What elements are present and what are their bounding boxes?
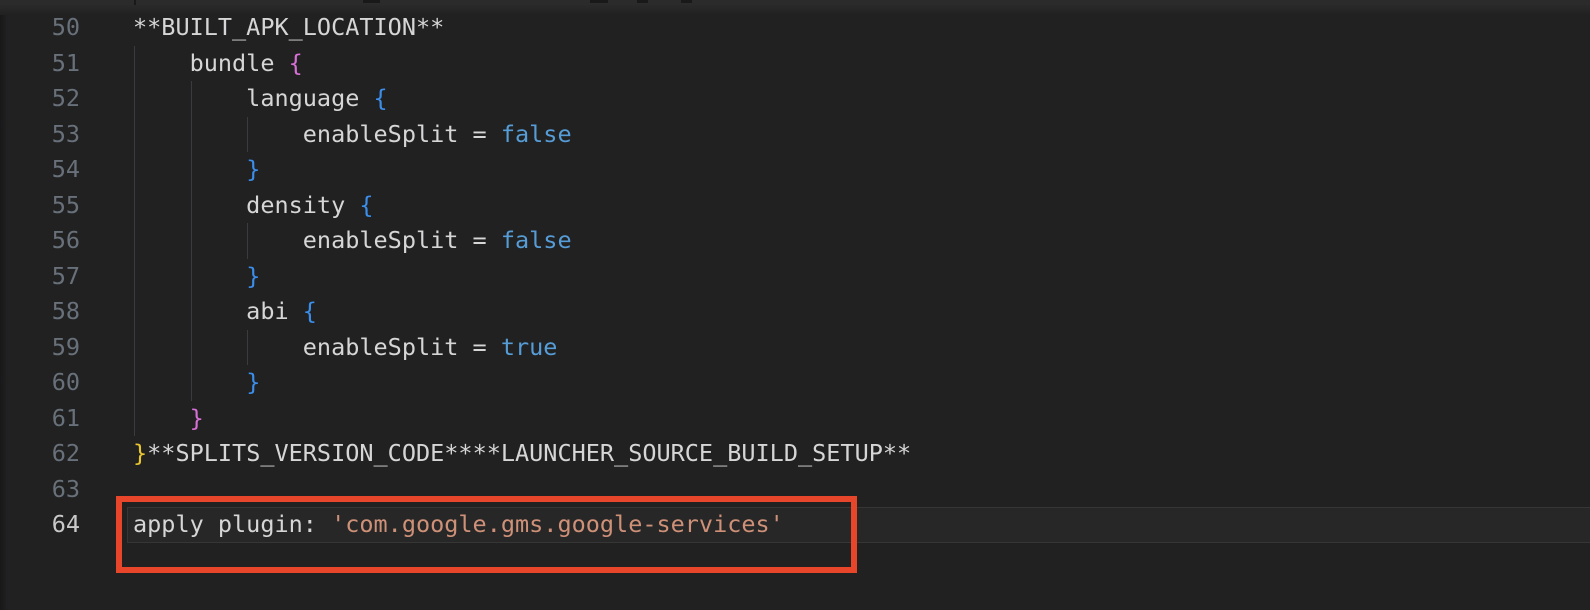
code-segment-punctBlue: { <box>374 84 388 112</box>
code-line-61[interactable]: 61 } <box>0 401 1590 437</box>
code-line-59[interactable]: 59 enableSplit = true <box>0 330 1590 366</box>
code-line-58[interactable]: 58 abi { <box>0 294 1590 330</box>
code-segment-default <box>133 262 246 290</box>
code-line-53[interactable]: 53 enableSplit = false <box>0 117 1590 153</box>
code-segment-default: enableSplit = <box>133 333 501 361</box>
code-text: }**SPLITS_VERSION_CODE****LAUNCHER_SOURC… <box>133 436 911 472</box>
code-text: } <box>133 259 260 295</box>
line-number-61[interactable]: 61 <box>0 401 80 437</box>
code-segment-keyword: false <box>501 120 572 148</box>
line-number-62[interactable]: 62 <box>0 436 80 472</box>
code-segment-default <box>133 368 246 396</box>
line-number-52[interactable]: 52 <box>0 81 80 117</box>
code-segment-default: language <box>133 84 374 112</box>
code-line-50[interactable]: 50 **BUILT_APK_LOCATION** <box>0 10 1590 46</box>
line-number-60[interactable]: 60 <box>0 365 80 401</box>
code-text: } <box>133 152 260 188</box>
clipped-glyph-artifact <box>681 0 692 3</box>
code-text: enableSplit = false <box>133 223 572 259</box>
line-number-55[interactable]: 55 <box>0 188 80 224</box>
line-number-51[interactable]: 51 <box>0 46 80 82</box>
code-text: bundle { <box>133 46 303 82</box>
code-text: density { <box>133 188 374 224</box>
code-line-57[interactable]: 57 } <box>0 259 1590 295</box>
line-number-57[interactable]: 57 <box>0 259 80 295</box>
code-lines-container: 50**BUILT_APK_LOCATION**51 bundle {52 la… <box>0 10 1590 543</box>
code-text: } <box>133 365 260 401</box>
code-line-54[interactable]: 54 } <box>0 152 1590 188</box>
line-number-54[interactable]: 54 <box>0 152 80 188</box>
code-line-62[interactable]: 62}**SPLITS_VERSION_CODE****LAUNCHER_SOU… <box>0 436 1590 472</box>
top-shadow-fade <box>0 5 1590 15</box>
code-text: enableSplit = false <box>133 117 572 153</box>
code-segment-punctPink: } <box>190 404 204 432</box>
code-line-52[interactable]: 52 language { <box>0 81 1590 117</box>
code-line-60[interactable]: 60 } <box>0 365 1590 401</box>
clipped-glyph-artifact <box>134 0 136 5</box>
code-line-56[interactable]: 56 enableSplit = false <box>0 223 1590 259</box>
code-text: abi { <box>133 294 317 330</box>
code-segment-default <box>133 404 190 432</box>
code-editor: 50**BUILT_APK_LOCATION**51 bundle {52 la… <box>0 0 1590 610</box>
code-segment-default: abi <box>133 297 303 325</box>
clipped-glyph-artifact <box>590 0 608 3</box>
line-number-63[interactable]: 63 <box>0 472 80 508</box>
code-text: language { <box>133 81 388 117</box>
annotation-highlight-box <box>116 496 857 573</box>
code-line-55[interactable]: 55 density { <box>0 188 1590 224</box>
code-segment-default: enableSplit = <box>133 226 501 254</box>
line-number-56[interactable]: 56 <box>0 223 80 259</box>
code-segment-punctBlue: { <box>303 297 317 325</box>
code-line-51[interactable]: 51 bundle { <box>0 46 1590 82</box>
code-segment-keyword: false <box>501 226 572 254</box>
clipped-glyph-artifact <box>637 0 648 3</box>
code-segment-keyword: true <box>501 333 558 361</box>
code-segment-default: bundle <box>133 49 289 77</box>
line-number-50[interactable]: 50 <box>0 10 80 46</box>
code-text: **BUILT_APK_LOCATION** <box>133 10 444 46</box>
code-segment-default: **SPLITS_VERSION_CODE****LAUNCHER_SOURCE… <box>147 439 911 467</box>
code-segment-punctYellow: } <box>133 439 147 467</box>
code-segment-default <box>133 155 246 183</box>
line-number-59[interactable]: 59 <box>0 330 80 366</box>
code-segment-default: enableSplit = <box>133 120 501 148</box>
left-edge-shadow <box>0 0 8 610</box>
code-segment-default: **BUILT_APK_LOCATION** <box>133 13 444 41</box>
code-segment-default: density <box>133 191 359 219</box>
code-text: enableSplit = true <box>133 330 557 366</box>
clipped-glyph-artifact <box>363 0 380 3</box>
code-text: } <box>133 401 204 437</box>
line-number-58[interactable]: 58 <box>0 294 80 330</box>
code-segment-punctPink: { <box>289 49 303 77</box>
code-segment-punctBlue: { <box>359 191 373 219</box>
line-number-53[interactable]: 53 <box>0 117 80 153</box>
code-segment-punctBlue: } <box>246 262 260 290</box>
code-segment-punctBlue: } <box>246 155 260 183</box>
line-number-64[interactable]: 64 <box>0 507 80 543</box>
code-segment-punctBlue: } <box>246 368 260 396</box>
